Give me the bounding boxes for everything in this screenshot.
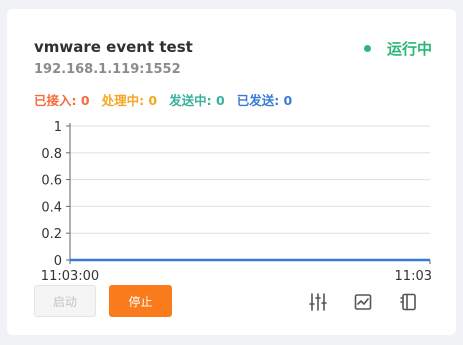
counter-sending-label: 发送中: [169,93,212,108]
y-tick-label: 1 [54,120,62,135]
y-tick-label: 0 [54,254,62,269]
counter-sending-value: 0 [215,93,225,108]
service-card: vmware event test 192.168.1.119:1552 运行中… [7,9,456,335]
status-badge: 运行中 [363,38,432,59]
counter-received-label: 已接入: [34,93,77,108]
counter-sent-value: 0 [283,93,293,108]
chart-monitor-icon[interactable] [352,291,374,313]
y-tick-label: 0.8 [41,147,62,162]
start-button[interactable]: 启动 [34,285,96,317]
status-dot-icon [363,45,371,52]
counter-processing-value: 0 [148,93,158,108]
x-tick-label: 11:03:00 [41,269,99,283]
y-tick-label: 0.4 [41,200,62,215]
counter-sent-label: 已发送: [236,93,280,108]
x-tick-label: 11:03 [395,269,432,283]
service-title: vmware event test [34,38,193,56]
counter-sent: 已发送: 0 [237,90,293,109]
counter-received: 已接入: 0 [34,90,90,109]
counter-processing-label: 处理中: [101,93,145,108]
y-tick-label: 0.6 [41,174,62,189]
panel-icon[interactable] [398,291,420,313]
stop-button[interactable]: 停止 [109,285,172,317]
throughput-chart: 1 0.8 0.6 0.4 0.2 0 11:03:00 11:03 [32,113,432,283]
chart-svg: 1 0.8 0.6 0.4 0.2 011:03:00 11:03 [41,120,432,283]
service-address: 192.168.1.119:1552 [34,62,181,77]
settings-sliders-icon[interactable] [307,291,329,313]
status-label: 运行中 [386,40,432,58]
counter-sending: 发送中: 0 [169,90,225,109]
counter-received-value: 0 [80,93,90,108]
y-tick-label: 0.2 [41,227,62,242]
counter-processing: 处理中: 0 [102,90,158,109]
counters-row: 已接入: 0 处理中: 0 发送中: 0 已发送: 0 [34,90,304,109]
